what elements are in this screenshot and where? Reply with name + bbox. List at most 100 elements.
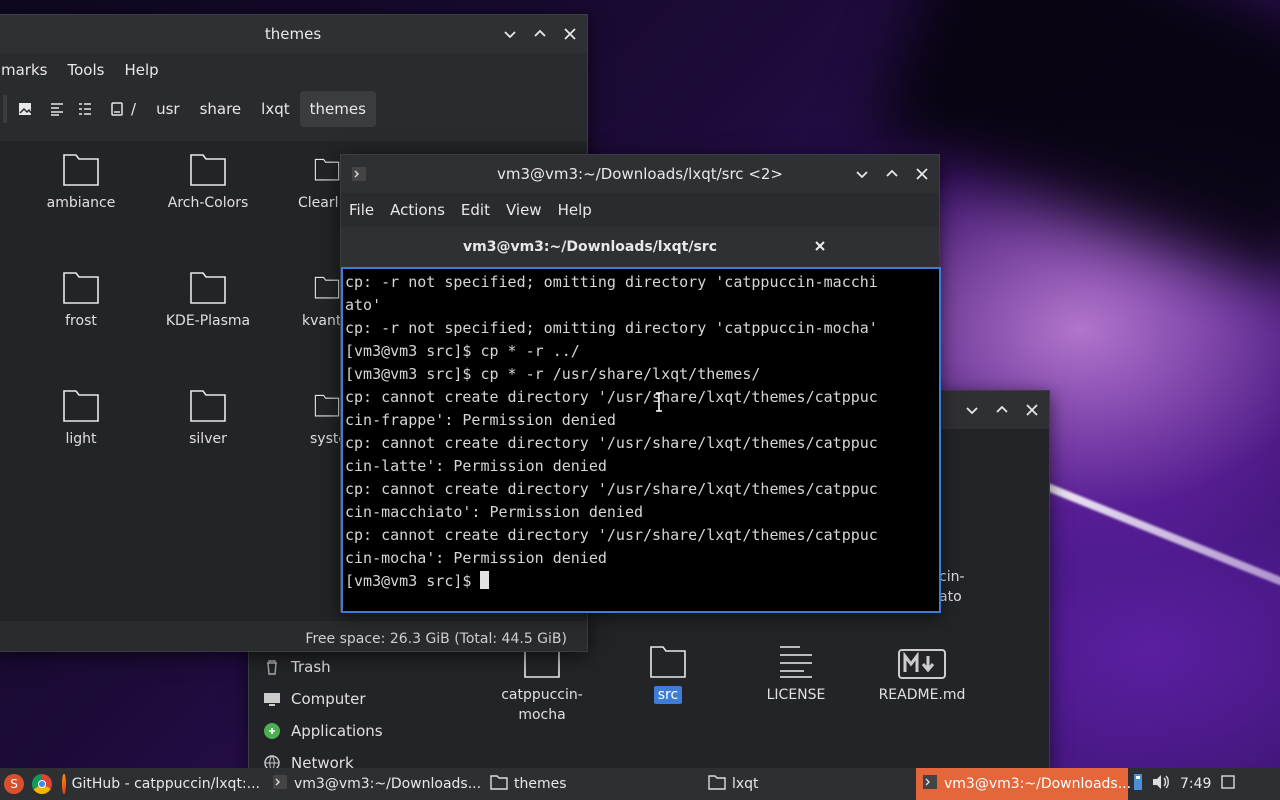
close-icon xyxy=(916,168,928,180)
applications-icon xyxy=(263,722,281,740)
file-label: src xyxy=(653,686,683,704)
minimize-button[interactable] xyxy=(501,25,519,43)
chevron-down-icon xyxy=(856,171,868,179)
close-button[interactable] xyxy=(1023,401,1041,419)
taskbar-item-lxqt[interactable]: lxqt xyxy=(702,768,916,800)
taskbar-item-label: lxqt xyxy=(732,776,759,792)
terminal-icon xyxy=(922,774,938,794)
tab-label: vm3@vm3:~/Downloads/lxqt/src xyxy=(462,239,718,255)
themes-window-titlebar[interactable]: themes xyxy=(0,15,587,53)
terminal-titlebar[interactable]: vm3@vm3:~/Downloads/lxqt/src <2> xyxy=(341,155,939,193)
terminal-output[interactable]: cp: -r not specified; omitting directory… xyxy=(341,267,941,613)
folder-icon xyxy=(613,639,723,679)
path-segment-lxqt[interactable]: lxqt xyxy=(251,91,299,127)
folder-item-kvantum[interactable]: kvant xyxy=(280,265,340,331)
terminal-line: cin-mocha': Permission denied xyxy=(345,549,607,567)
path-segment-share[interactable]: share xyxy=(190,91,252,127)
status-bar: Free space: 26.3 GiB (Total: 44.5 GiB) xyxy=(305,631,567,647)
terminal-line: cp: -r not specified; omitting directory… xyxy=(345,319,878,337)
taskbar-item-terminal-1[interactable]: vm3@vm3:~/Downloads... xyxy=(266,768,484,800)
file-item-readme[interactable]: README.md xyxy=(867,639,977,705)
minimize-button[interactable] xyxy=(963,401,981,419)
menu-bookmarks[interactable]: marks xyxy=(0,61,57,79)
computer-icon xyxy=(263,690,281,708)
folder-icon xyxy=(298,147,340,187)
detail-view-button[interactable] xyxy=(71,91,99,127)
taskbar-item-github[interactable]: GitHub - catppuccin/lxqt:... xyxy=(56,768,266,800)
terminal-line: cp: cannot create directory '/usr/share/… xyxy=(345,480,878,498)
close-icon xyxy=(1026,404,1038,416)
folder-item-system[interactable]: syste xyxy=(280,383,340,449)
menu-help[interactable]: Help xyxy=(114,61,168,79)
file-label: catppuccin- mocha xyxy=(501,687,583,723)
folder-icon xyxy=(26,147,136,187)
terminal-window[interactable]: vm3@vm3:~/Downloads/lxqt/src <2> File Ac… xyxy=(340,154,941,613)
folder-item-silver[interactable]: silver xyxy=(153,383,263,449)
folder-label: KDE-Plasma xyxy=(165,313,251,329)
close-tab-button[interactable] xyxy=(811,237,829,255)
sidebar-item-label: Trash xyxy=(291,658,331,676)
taskbar-item-themes[interactable]: themes xyxy=(484,768,702,800)
trash-icon xyxy=(263,658,281,676)
menu-file[interactable]: File xyxy=(341,201,382,219)
folder-label: Clearl xyxy=(298,195,339,211)
path-segment-root[interactable]: / xyxy=(99,91,146,127)
maximize-button[interactable] xyxy=(883,165,901,183)
maximize-button[interactable] xyxy=(993,401,1011,419)
folder-item-light[interactable]: light xyxy=(26,383,136,449)
chrome-icon xyxy=(32,774,52,794)
show-desktop-button[interactable] xyxy=(1217,768,1239,800)
volume-control[interactable] xyxy=(1148,768,1174,800)
desktop-icon xyxy=(1221,775,1236,793)
chevron-down-icon xyxy=(966,407,978,415)
sidebar-item-computer[interactable]: Computer xyxy=(263,683,383,715)
list-icon xyxy=(51,103,63,116)
path-label: themes xyxy=(309,100,366,118)
sidebar-item-trash[interactable]: Trash xyxy=(263,651,383,683)
folder-label: kvant xyxy=(302,313,340,329)
removable-media-tray[interactable] xyxy=(1128,768,1148,800)
folder-item-clearlooks[interactable]: Clearl xyxy=(280,147,340,213)
sidebar-item-applications[interactable]: Applications xyxy=(263,715,383,747)
start-menu-button[interactable]: S xyxy=(0,768,28,800)
taskbar-item-label: themes xyxy=(514,776,567,792)
compact-view-button[interactable] xyxy=(43,91,71,127)
folder-icon xyxy=(153,265,263,305)
sidebar: Trash Computer Applications Network xyxy=(263,651,383,779)
taskbar: S GitHub - catppuccin/lxqt:... vm3@vm3:~… xyxy=(0,768,1280,800)
folder-label: light xyxy=(65,431,97,447)
folder-item-arch-colors[interactable]: Arch-Colors xyxy=(153,147,263,213)
icon-view-button[interactable] xyxy=(7,91,43,127)
folder-icon xyxy=(26,383,136,423)
path-label: usr xyxy=(156,100,180,118)
usb-drive-icon xyxy=(1132,773,1144,795)
menu-view[interactable]: View xyxy=(498,201,550,219)
close-button[interactable] xyxy=(561,25,579,43)
folder-item-ambiance[interactable]: ambiance xyxy=(26,147,136,213)
path-segment-usr[interactable]: usr xyxy=(146,91,190,127)
terminal-line: cp: -r not specified; omitting directory… xyxy=(345,273,878,291)
menu-tools[interactable]: Tools xyxy=(57,61,114,79)
chevron-up-icon xyxy=(534,29,546,37)
folder-item-frost[interactable]: frost xyxy=(26,265,136,331)
chrome-launcher[interactable] xyxy=(28,768,56,800)
folder-icon xyxy=(490,774,508,794)
folder-icon xyxy=(26,265,136,305)
path-bar: / usr share lxqt themes xyxy=(0,87,587,131)
menu-actions[interactable]: Actions xyxy=(382,201,453,219)
taskbar-item-terminal-2[interactable]: vm3@vm3:~/Downloads... xyxy=(916,768,1131,800)
clock[interactable]: 7:49 xyxy=(1174,768,1217,800)
maximize-button[interactable] xyxy=(531,25,549,43)
path-label: share xyxy=(199,100,242,118)
menu-edit[interactable]: Edit xyxy=(453,201,498,219)
close-button[interactable] xyxy=(913,165,931,183)
file-item-license[interactable]: LICENSE xyxy=(741,639,851,705)
path-segment-themes[interactable]: themes xyxy=(299,91,376,127)
menu-help[interactable]: Help xyxy=(550,201,600,219)
terminal-line: cp: cannot create directory '/usr/share/… xyxy=(345,526,878,544)
file-item-src[interactable]: src xyxy=(613,639,723,705)
minimize-button[interactable] xyxy=(853,165,871,183)
folder-item-kde-plasma[interactable]: KDE-Plasma xyxy=(153,265,263,331)
terminal-tab[interactable]: vm3@vm3:~/Downloads/lxqt/src xyxy=(341,227,839,267)
sidebar-item-label: Computer xyxy=(291,690,366,708)
